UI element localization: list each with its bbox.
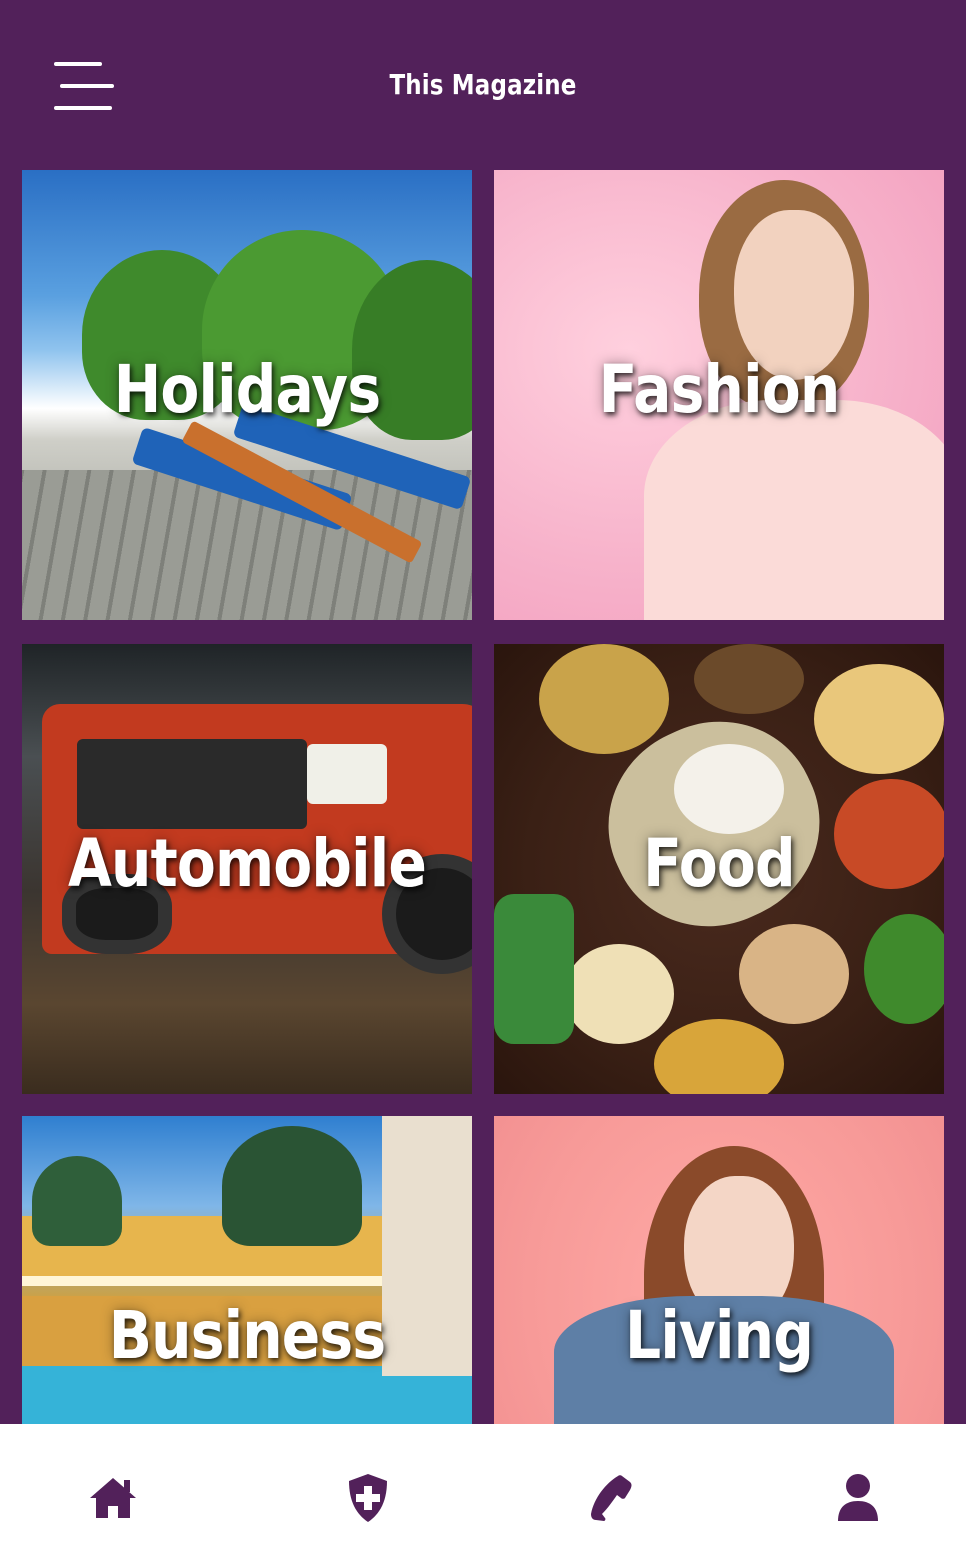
shield-plus-icon[interactable]	[338, 1468, 398, 1528]
user-icon[interactable]	[828, 1468, 888, 1528]
app-header: This Magazine	[0, 0, 966, 170]
category-label: Holidays	[113, 350, 381, 428]
category-tile-fashion[interactable]: Fashion	[494, 170, 944, 620]
category-label: Living	[625, 1296, 814, 1374]
category-tile-food[interactable]: Food	[494, 644, 944, 1094]
category-tile-holidays[interactable]: Holidays	[22, 170, 472, 620]
category-label: Food	[643, 824, 796, 902]
category-label: Fashion	[598, 350, 841, 428]
home-icon[interactable]	[83, 1468, 143, 1528]
app-title: This Magazine	[389, 68, 577, 101]
category-label: Automobile	[67, 824, 427, 902]
bottom-navigation	[0, 1424, 966, 1568]
category-tile-automobile[interactable]: Automobile	[22, 644, 472, 1094]
phone-icon[interactable]	[580, 1468, 640, 1528]
category-label: Business	[108, 1296, 386, 1374]
